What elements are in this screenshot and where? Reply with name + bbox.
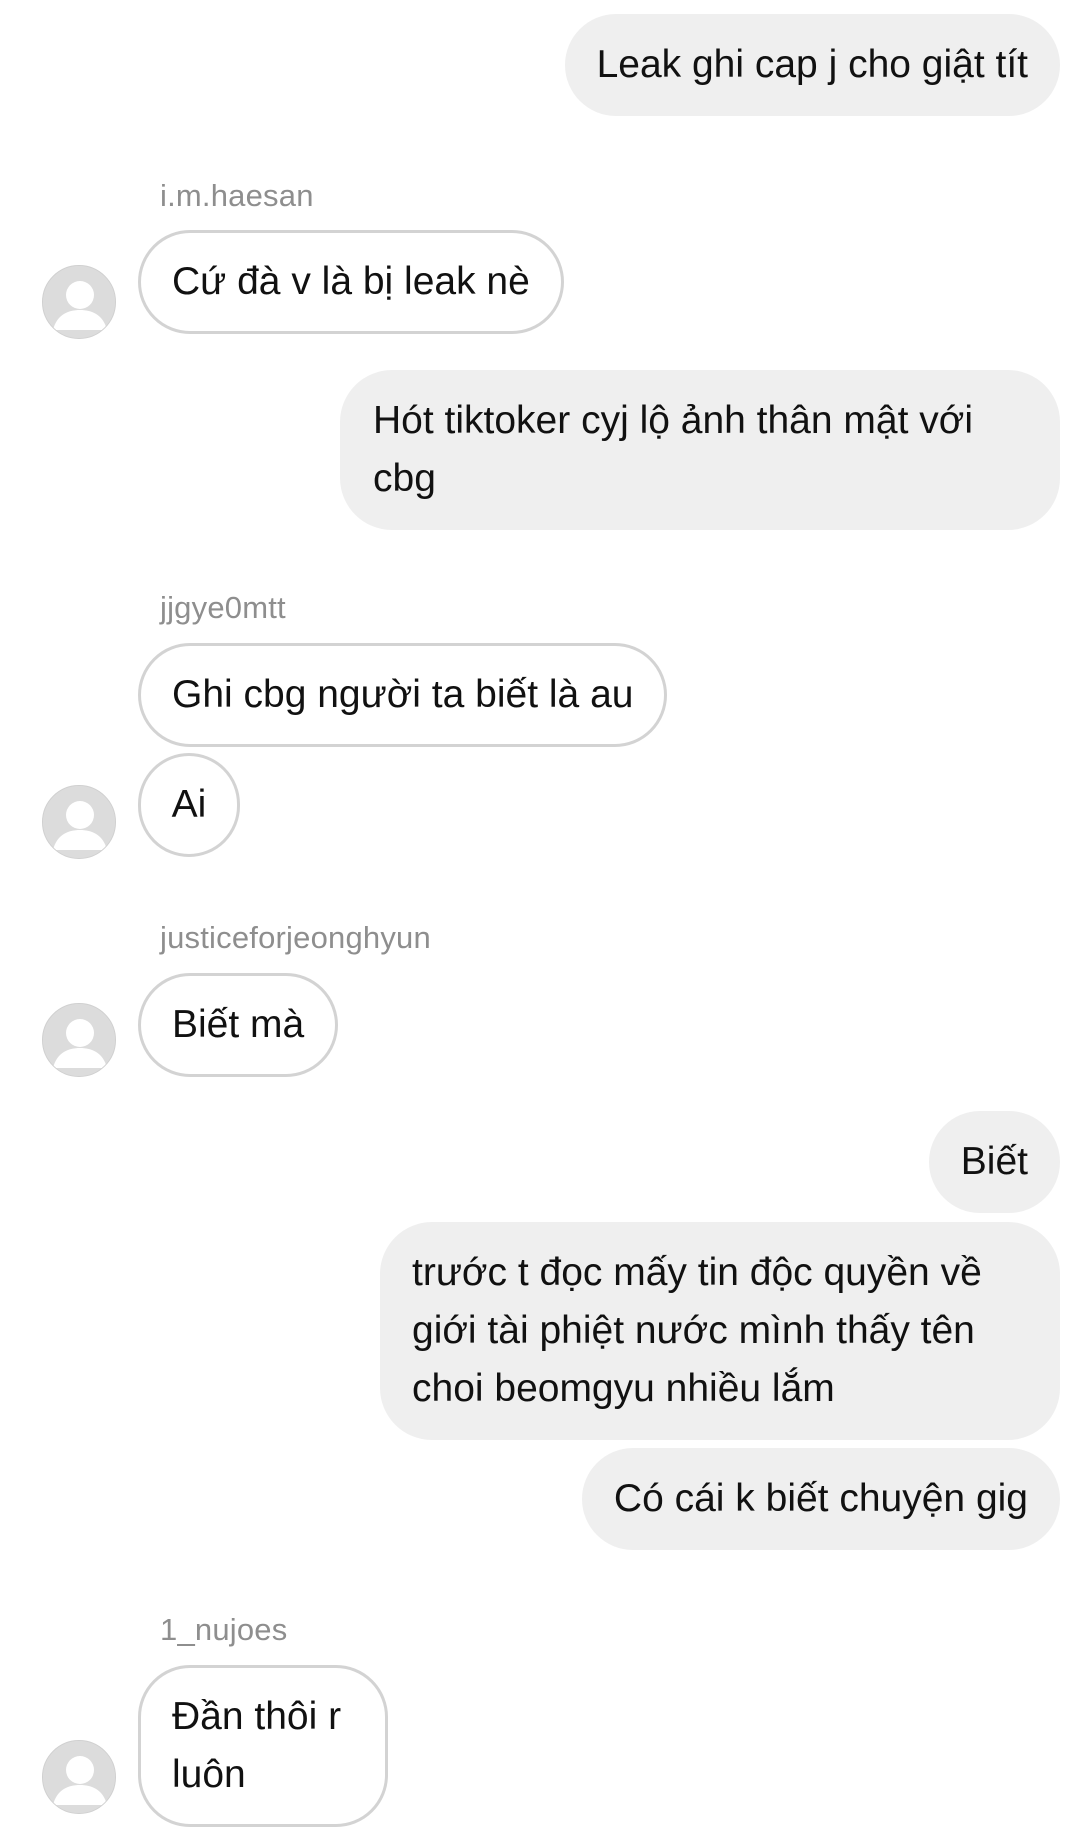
outgoing-message-bubble[interactable]: Có cái k biết chuyện gig (581, 1448, 1060, 1550)
message-line: luôn (172, 1753, 246, 1796)
chat-screen: { "messages": [ {"id": "m1", "direction"… (0, 0, 1080, 1847)
default-avatar-icon (43, 1741, 115, 1813)
incoming-message-bubble[interactable]: Ghi cbg người ta biết là au (138, 643, 668, 747)
message-text: Cứ đà v là bị leak nè (172, 260, 530, 303)
outgoing-message-bubble[interactable]: Leak ghi cap j cho giật tít (564, 14, 1060, 116)
message-text: Leak ghi cap j cho giật tít (596, 43, 1028, 86)
incoming-message-bubble[interactable]: Đần thôi r luôn (138, 1665, 388, 1827)
avatar[interactable] (42, 265, 116, 339)
message-line: Đần thôi r (172, 1695, 342, 1738)
message-text: Biết mà (172, 1003, 305, 1046)
outgoing-message-bubble[interactable]: Biết (928, 1111, 1060, 1213)
message-line: Hót tiktoker cyj lộ ảnh thân mật với (373, 399, 973, 442)
message-text: Có cái k biết chuyện gig (613, 1477, 1028, 1520)
sender-name[interactable]: justiceforjeonghyun (160, 920, 431, 956)
avatar[interactable] (42, 1740, 116, 1814)
message-line: giới tài phiệt nước mình thấy tên (412, 1309, 975, 1352)
message-line: cbg (373, 457, 436, 500)
message-text: Biết (960, 1140, 1028, 1183)
avatar[interactable] (42, 1003, 116, 1077)
sender-name[interactable]: jjgye0mtt (160, 590, 286, 626)
message-text: Ghi cbg người ta biết là au (172, 673, 634, 716)
sender-name[interactable]: i.m.haesan (160, 178, 314, 214)
default-avatar-icon (43, 786, 115, 858)
default-avatar-icon (43, 266, 115, 338)
default-avatar-icon (43, 1004, 115, 1076)
incoming-message-bubble[interactable]: Cứ đà v là bị leak nè (138, 230, 564, 334)
message-line: trước t đọc mấy tin độc quyền về (412, 1251, 982, 1294)
incoming-message-bubble[interactable]: Biết mà (138, 973, 339, 1077)
incoming-message-bubble[interactable]: Ai (138, 753, 240, 857)
message-line: choi beomgyu nhiều lắm (412, 1367, 835, 1410)
message-text: Ai (171, 783, 207, 826)
avatar[interactable] (42, 785, 116, 859)
sender-name[interactable]: 1_nujoes (160, 1612, 287, 1648)
outgoing-message-bubble[interactable]: Hót tiktoker cyj lộ ảnh thân mật với cbg (340, 370, 1060, 530)
outgoing-message-bubble[interactable]: trước t đọc mấy tin độc quyền về giới tà… (380, 1222, 1060, 1440)
